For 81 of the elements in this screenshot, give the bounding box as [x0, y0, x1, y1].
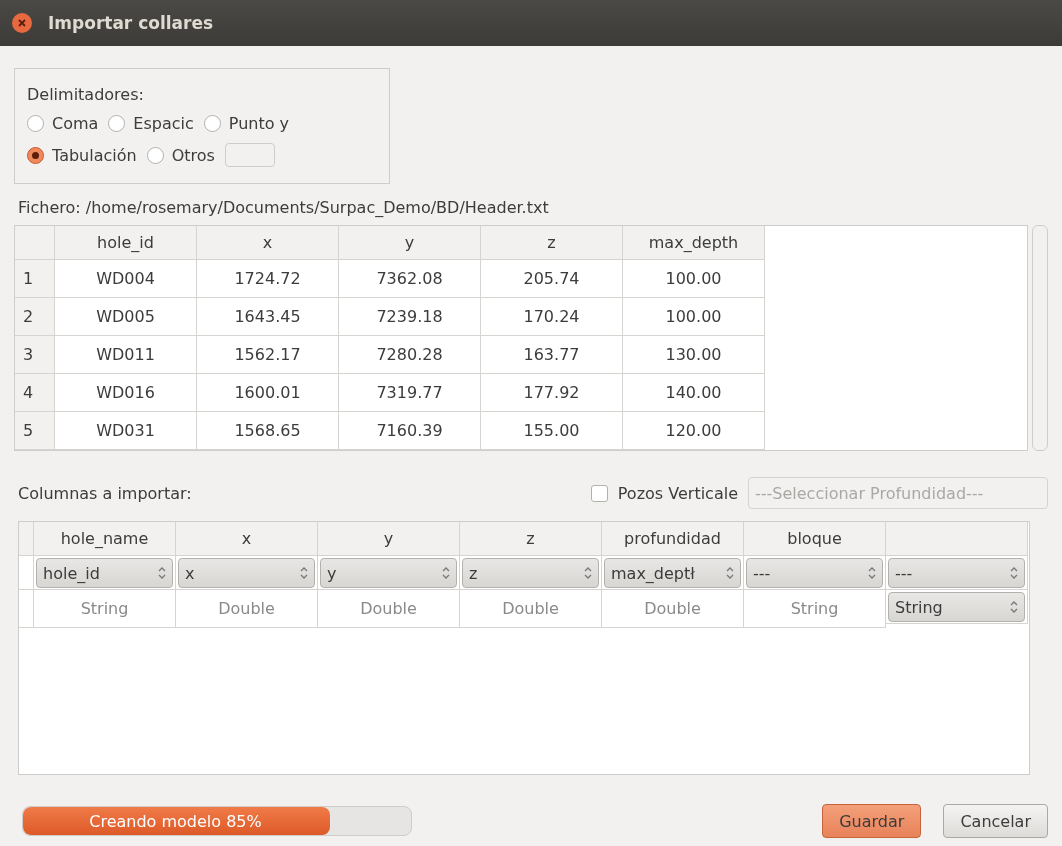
checkbox[interactable]	[590, 484, 608, 502]
checkbox-label: Pozos Verticale	[617, 483, 738, 503]
table-cell: WD016	[55, 374, 197, 412]
column-header[interactable]: z	[481, 226, 623, 260]
table-cell: 1600.01	[197, 374, 339, 412]
delimiters-label: Delimitadores:	[27, 85, 145, 104]
table-cell: WD004	[55, 260, 197, 298]
table-cell: 7319.77	[339, 374, 481, 412]
table-cell: 7362.08	[339, 260, 481, 298]
column-header[interactable]: x	[176, 522, 318, 556]
column-header[interactable]: max_depth	[623, 226, 765, 260]
radio-option[interactable]: Coma	[27, 114, 99, 133]
table-cell: 140.00	[623, 374, 765, 412]
column-header[interactable]: profundidad	[602, 522, 744, 556]
dialog-button[interactable]: Cancelar	[943, 804, 1048, 838]
table-cell: 100.00	[623, 298, 765, 336]
dialog-button[interactable]: Guardar	[822, 804, 922, 838]
table-cell: Double	[460, 590, 602, 628]
close-icon[interactable]	[12, 13, 32, 33]
type-select[interactable]: String	[888, 592, 1025, 622]
table-cell: WD005	[55, 298, 197, 336]
table-cell: 120.00	[623, 412, 765, 450]
table-cell: 7160.39	[339, 412, 481, 450]
table-cell: Double	[318, 590, 460, 628]
table-cell: Double	[602, 590, 744, 628]
radio-option[interactable]: Otros	[146, 145, 215, 165]
spin-arrows-icon	[442, 566, 450, 580]
column-select[interactable]: max_deptł	[604, 558, 741, 588]
spin-arrows-icon	[1010, 600, 1018, 614]
column-header[interactable]: z	[460, 522, 602, 556]
column-select[interactable]: z	[462, 558, 599, 588]
spin-arrows-icon	[584, 566, 592, 580]
radio-option[interactable]: Punto y	[203, 114, 290, 133]
table-cell: 177.92	[481, 374, 623, 412]
columns-label: Columnas a importar:	[18, 483, 192, 503]
table-cell: 155.00	[481, 412, 623, 450]
column-select[interactable]: hole_id	[36, 558, 173, 588]
column-header[interactable]: hole_name	[34, 522, 176, 556]
row-number: 5	[15, 412, 55, 450]
table-cell: WD031	[55, 412, 197, 450]
table-cell: 170.24	[481, 298, 623, 336]
table-cell: String	[744, 590, 886, 628]
column-header[interactable]: bloque	[744, 522, 886, 556]
table-cell: 7280.28	[339, 336, 481, 374]
row-number: 1	[15, 260, 55, 298]
table-cell: 130.00	[623, 336, 765, 374]
spin-arrows-icon	[868, 566, 876, 580]
table-cell: 1562.17	[197, 336, 339, 374]
scrollbar[interactable]	[1032, 225, 1048, 451]
spin-arrows-icon	[726, 566, 734, 580]
progress-label: Creando modelo 85%	[88, 810, 263, 833]
column-select[interactable]: y	[320, 558, 457, 588]
spin-arrows-icon	[300, 566, 308, 580]
row-number: 2	[15, 298, 55, 336]
table-cell: 205.74	[481, 260, 623, 298]
spin-arrows-icon	[1010, 566, 1018, 580]
table-cell: String	[34, 590, 176, 628]
table-cell: 1724.72	[197, 260, 339, 298]
column-header[interactable]: y	[339, 226, 481, 260]
radio-option[interactable]: Tabulación	[27, 145, 137, 165]
column-header[interactable]: x	[197, 226, 339, 260]
table-cell: WD011	[55, 336, 197, 374]
row-number: 4	[15, 374, 55, 412]
column-header[interactable]: y	[318, 522, 460, 556]
table-cell: 163.77	[481, 336, 623, 374]
column-header[interactable]: hole_id	[55, 226, 197, 260]
column-select[interactable]: ---	[888, 558, 1025, 588]
column-header[interactable]	[886, 522, 1028, 556]
column-select[interactable]: x	[178, 558, 315, 588]
table-cell: 1568.65	[197, 412, 339, 450]
column-select[interactable]: ---	[746, 558, 883, 588]
window-title: Importar collares	[48, 13, 214, 33]
table-cell: 100.00	[623, 260, 765, 298]
table-cell: 1643.45	[197, 298, 339, 336]
table-cell: Double	[176, 590, 318, 628]
table-cell: 7239.18	[339, 298, 481, 336]
row-number: 3	[15, 336, 55, 374]
file-path-label: Fichero: /home/rosemary/Documents/Surpac_Demo/BD/Header.txt	[18, 198, 550, 217]
other-delimiter-field[interactable]	[224, 143, 275, 167]
spin-arrows-icon	[158, 566, 166, 580]
radio-option[interactable]: Espacic	[108, 114, 194, 133]
